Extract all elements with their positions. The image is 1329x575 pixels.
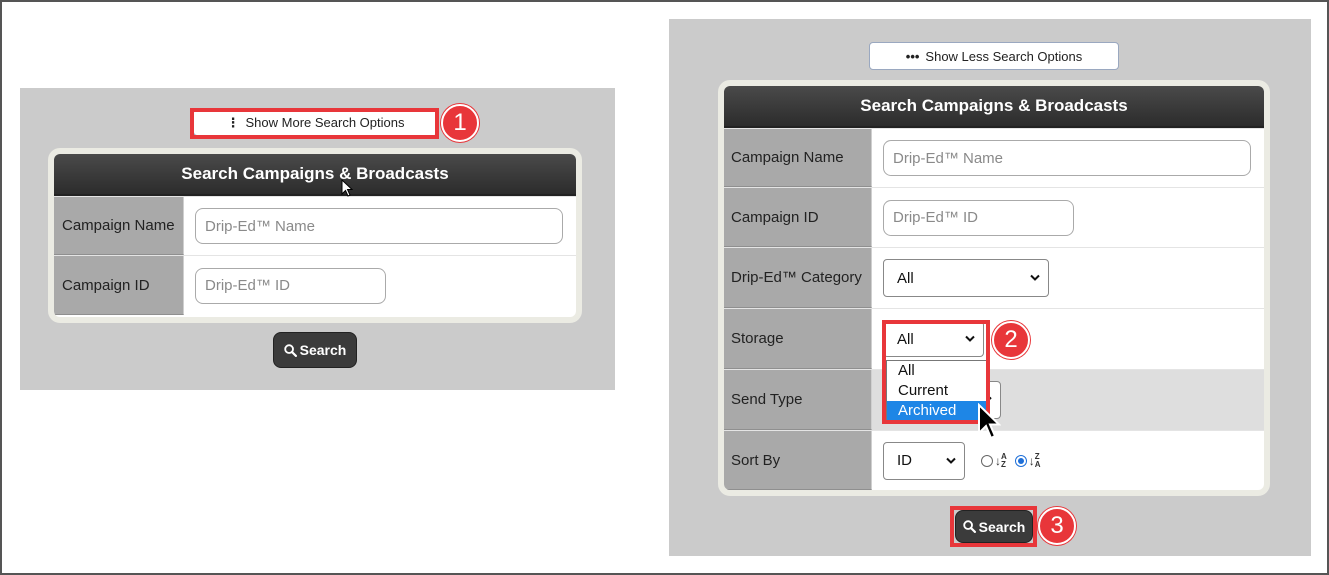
sort-by-value: ID [897, 452, 912, 469]
row-campaign-id: Campaign ID Drip-Ed™ ID [54, 255, 576, 315]
category-select[interactable]: All [883, 259, 1049, 297]
highlight-box-3 [950, 506, 1037, 547]
step-callout-1: 1 [441, 104, 479, 142]
row-campaign-id-expanded: Campaign ID Drip-Ed™ ID [724, 187, 1264, 247]
highlight-box-2 [882, 320, 990, 424]
card-title: Search Campaigns & Broadcasts [54, 154, 576, 196]
campaign-id-label-expanded: Campaign ID [724, 188, 872, 247]
mouse-cursor-icon [978, 403, 1001, 440]
campaign-id-cell-expanded: Drip-Ed™ ID [872, 188, 1264, 247]
campaign-name-label: Campaign Name [54, 197, 184, 255]
sort-ascending-radio[interactable] [981, 454, 993, 467]
campaign-name-cell: Drip-Ed™ Name [184, 197, 576, 255]
send-type-label: Send Type [724, 370, 872, 430]
show-less-options-button[interactable]: ••• Show Less Search Options [869, 42, 1119, 70]
sort-ascending-icon: ↓ A Z [995, 451, 1007, 469]
chevron-down-icon [1030, 274, 1040, 281]
storage-label: Storage [724, 309, 872, 369]
campaign-name-cell-expanded: Drip-Ed™ Name [872, 129, 1264, 187]
campaign-id-label: Campaign ID [54, 256, 184, 315]
mouse-cursor-icon [341, 179, 354, 197]
step-callout-2: 2 [992, 321, 1030, 359]
row-campaign-name: Campaign Name Drip-Ed™ Name [54, 196, 576, 255]
sort-descending-radio[interactable] [1014, 454, 1027, 467]
search-icon [283, 343, 297, 357]
search-button[interactable]: Search [273, 332, 357, 368]
campaign-id-input[interactable]: Drip-Ed™ ID [195, 267, 386, 304]
row-category: Drip-Ed™ Category All [724, 247, 1264, 308]
card-title-expanded: Search Campaigns & Broadcasts [724, 86, 1264, 128]
show-less-options-label: Show Less Search Options [925, 48, 1083, 64]
search-button-label: Search [299, 342, 347, 358]
campaign-id-cell: Drip-Ed™ ID [184, 256, 576, 315]
highlight-box-1 [190, 108, 439, 139]
sort-descending-icon: ↓ Z A [1028, 451, 1041, 469]
row-campaign-name-expanded: Campaign Name Drip-Ed™ Name [724, 128, 1264, 187]
category-label: Drip-Ed™ Category [724, 248, 872, 308]
horizontal-ellipsis-icon: ••• [905, 48, 920, 64]
search-panel-collapsed: ⋮ Show More Search Options 1 Search Camp… [20, 88, 615, 390]
campaign-name-input-expanded[interactable]: Drip-Ed™ Name [883, 140, 1251, 176]
sort-by-select[interactable]: ID [883, 441, 965, 480]
search-panel-expanded: ••• Show Less Search Options Search Camp… [669, 19, 1311, 556]
campaign-id-input-expanded[interactable]: Drip-Ed™ ID [883, 199, 1074, 236]
campaign-name-input[interactable]: Drip-Ed™ Name [195, 208, 563, 244]
chevron-down-icon [946, 457, 956, 464]
sort-by-cell: ID ↓ A Z ↓ Z A [872, 431, 1264, 490]
search-card: Search Campaigns & Broadcasts Campaign N… [48, 148, 582, 323]
step-callout-3: 3 [1038, 507, 1076, 545]
campaign-name-label-expanded: Campaign Name [724, 129, 872, 187]
sort-order-group: ↓ A Z ↓ Z A [981, 451, 1049, 469]
category-cell: All [872, 248, 1264, 308]
category-value: All [897, 269, 914, 287]
sort-by-label: Sort By [724, 431, 872, 490]
